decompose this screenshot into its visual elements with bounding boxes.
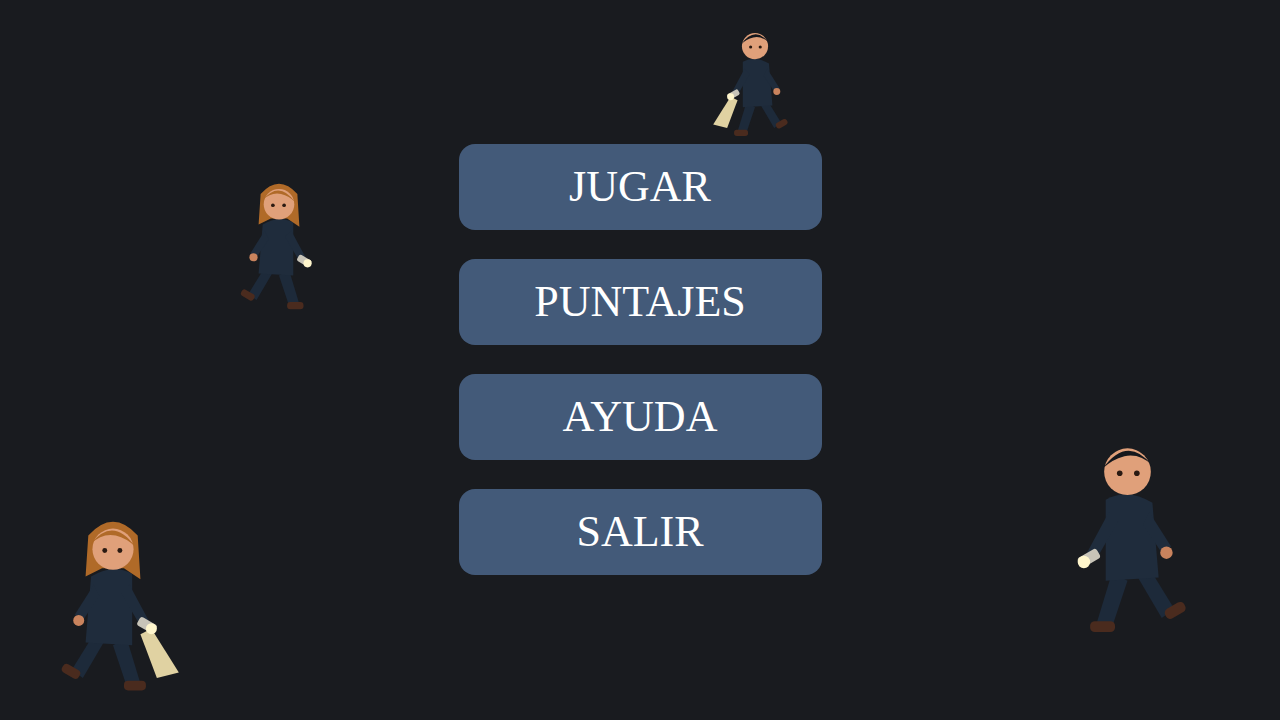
man-running-icon [1045, 425, 1210, 643]
menu-button[interactable]: SALIR [459, 489, 822, 575]
man-searching-icon [690, 20, 820, 142]
woman-searching-icon [30, 508, 196, 700]
menu-button[interactable]: AYUDA [459, 374, 822, 460]
menu-button[interactable]: PUNTAJES [459, 259, 822, 345]
main-menu-screen: JUGAR PUNTAJES AYUDA SALIR [0, 0, 1280, 720]
menu: JUGAR PUNTAJES AYUDA SALIR [0, 0, 1280, 575]
woman-running-icon [228, 165, 330, 325]
menu-button[interactable]: JUGAR [459, 144, 822, 230]
